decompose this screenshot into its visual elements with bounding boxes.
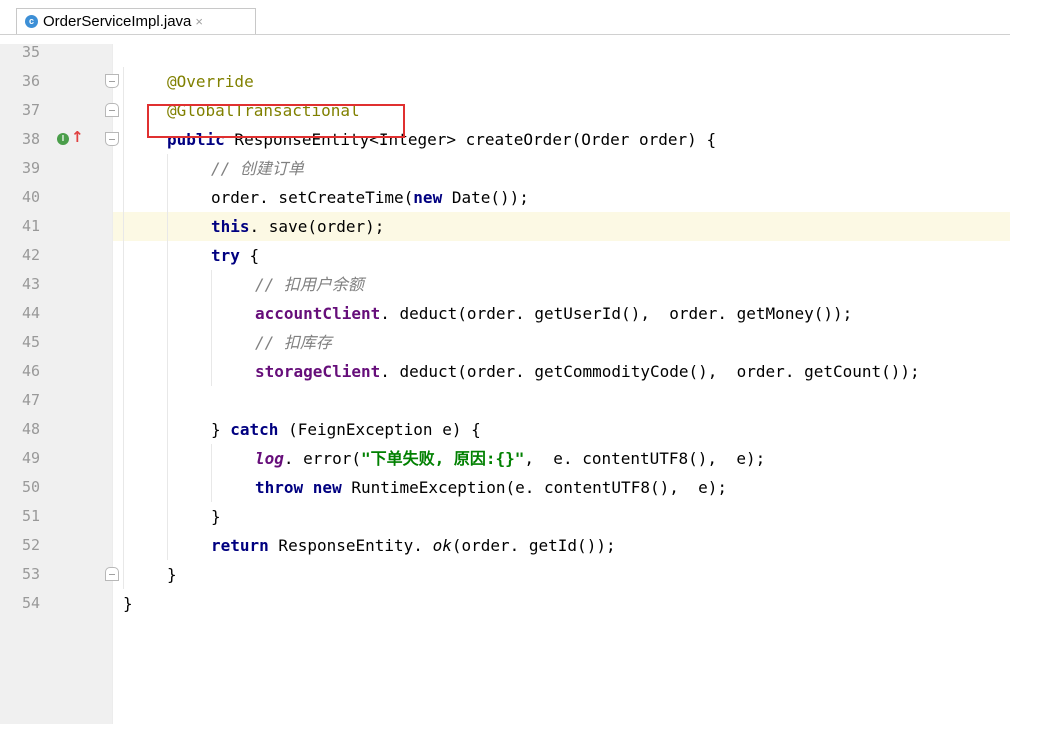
line-number: 45	[22, 333, 41, 351]
code-line[interactable]: 36 @Override	[0, 67, 1010, 96]
line-number: 42	[22, 246, 41, 264]
line-number: 44	[22, 304, 41, 322]
comment: // 扣库存	[255, 333, 332, 352]
fold-expand-icon[interactable]	[105, 103, 119, 117]
java-class-icon: c	[25, 15, 38, 28]
line-number: 37	[22, 101, 41, 119]
code-line[interactable]: 51 }	[0, 502, 1010, 531]
code-line[interactable]: 44 accountClient. deduct(order. getUserI…	[0, 299, 1010, 328]
code-line[interactable]: 53 }	[0, 560, 1010, 589]
editor-tab-bar: c OrderServiceImpl.java ×	[0, 0, 1010, 35]
line-number: 43	[22, 275, 41, 293]
line-number: 49	[22, 449, 41, 467]
code-line[interactable]: 49 log. error("下单失败, 原因:{}", e. contentU…	[0, 444, 1010, 473]
code-line[interactable]: 43 // 扣用户余额	[0, 270, 1010, 299]
arrow-up-icon[interactable]: ↑	[71, 128, 84, 146]
code-editor[interactable]: 35 36 @Override 37 @GlobalTransactional …	[0, 43, 1010, 724]
line-number: 46	[22, 362, 41, 380]
implements-method-icon[interactable]: I	[57, 133, 69, 145]
code-line[interactable]: 54 }	[0, 589, 1010, 618]
fold-expand-icon[interactable]	[105, 567, 119, 581]
line-number: 54	[22, 594, 41, 612]
code-line[interactable]: 39 // 创建订单	[0, 154, 1010, 183]
code-line[interactable]: 46 storageClient. deduct(order. getCommo…	[0, 357, 1010, 386]
line-number: 35	[22, 43, 41, 61]
code-line[interactable]: 50 throw new RuntimeException(e. content…	[0, 473, 1010, 502]
fold-collapse-icon[interactable]	[105, 74, 119, 88]
code-line[interactable]: 42 try {	[0, 241, 1010, 270]
line-number: 40	[22, 188, 41, 206]
annotation-override: @Override	[167, 72, 254, 91]
comment: // 扣用户余额	[255, 275, 364, 294]
code-line[interactable]: 52 return ResponseEntity. ok(order. getI…	[0, 531, 1010, 560]
line-number: 39	[22, 159, 41, 177]
code-line[interactable]: 48 } catch (FeignException e) {	[0, 415, 1010, 444]
line-number: 38	[22, 130, 41, 148]
line-number: 50	[22, 478, 41, 496]
comment: // 创建订单	[211, 159, 304, 178]
code-line[interactable]: 45 // 扣库存	[0, 328, 1010, 357]
code-line[interactable]: 47	[0, 386, 1010, 415]
line-number: 41	[22, 217, 41, 235]
highlight-box	[147, 104, 405, 138]
code-line[interactable]: 40 order. setCreateTime(new Date());	[0, 183, 1010, 212]
code-line[interactable]: 35	[0, 38, 1010, 67]
tab-order-service-impl[interactable]: c OrderServiceImpl.java ×	[16, 8, 256, 34]
line-number: 48	[22, 420, 41, 438]
line-number: 36	[22, 72, 41, 90]
line-number: 53	[22, 565, 41, 583]
close-icon[interactable]: ×	[195, 14, 203, 29]
tab-label: OrderServiceImpl.java	[43, 13, 192, 30]
code-line-current[interactable]: 41 this. save(order);	[0, 212, 1010, 241]
fold-collapse-icon[interactable]	[105, 132, 119, 146]
line-number: 51	[22, 507, 41, 525]
line-number: 52	[22, 536, 41, 554]
line-number: 47	[22, 391, 41, 409]
